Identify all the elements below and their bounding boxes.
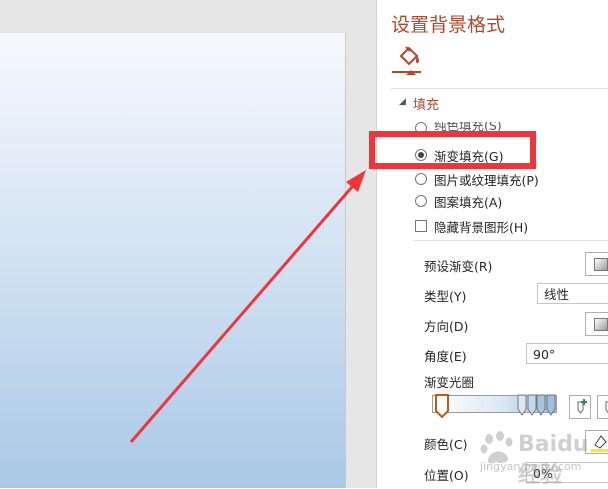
annotation-arrow: [129, 170, 366, 443]
